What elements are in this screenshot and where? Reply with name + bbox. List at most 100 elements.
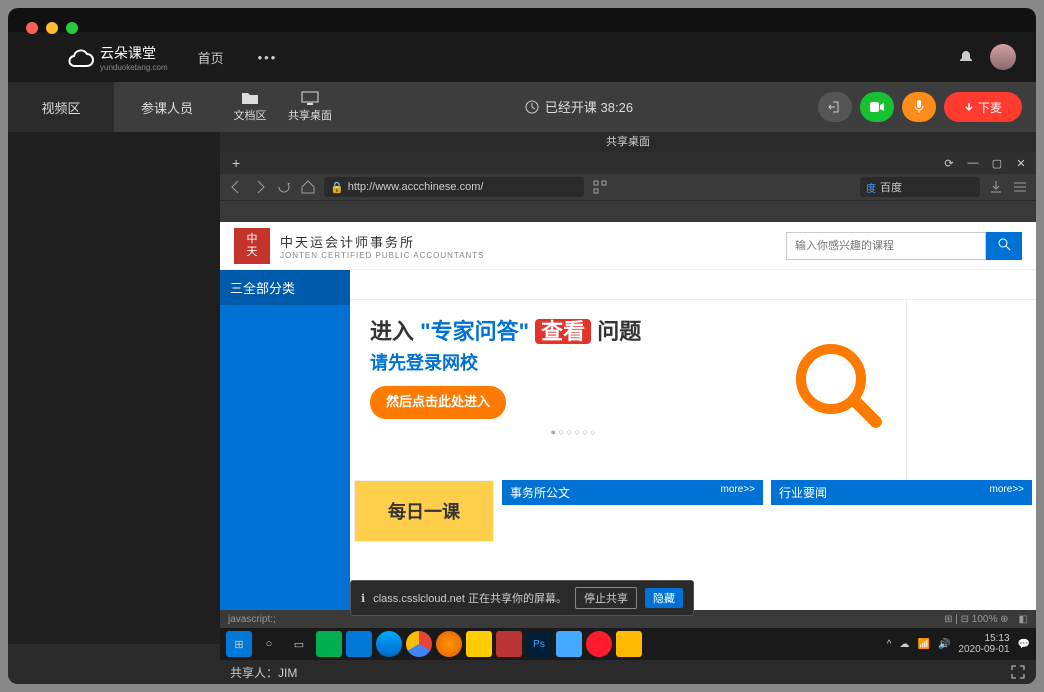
hero-t1: 进入 xyxy=(370,319,414,344)
app-icon[interactable] xyxy=(466,631,492,657)
toolbar-row: 视频区 参课人员 文档区 共享桌面 已经开课 38:26 下麦 xyxy=(8,82,1036,132)
notifications-icon[interactable]: 💬 xyxy=(1018,639,1030,650)
split-icon[interactable]: ◧ xyxy=(1019,614,1028,625)
clock-icon xyxy=(525,100,539,114)
menu-icon[interactable] xyxy=(1012,179,1028,195)
app-icon[interactable] xyxy=(316,631,342,657)
opera-icon[interactable] xyxy=(586,631,612,657)
qr-icon[interactable] xyxy=(592,179,608,195)
fullscreen-icon[interactable] xyxy=(1010,664,1026,680)
brand-name: 中天运会计师事务所 xyxy=(280,232,485,251)
down-mic-button[interactable]: 下麦 xyxy=(944,92,1022,122)
firefox-icon[interactable] xyxy=(436,631,462,657)
news2-header: 行业要闻 xyxy=(779,484,827,501)
shared-browser: + ⟳ — ▢ ✕ 🔒 http://www.accchines xyxy=(220,152,1036,660)
download-icon[interactable] xyxy=(988,179,1004,195)
roles-panel xyxy=(906,300,1036,480)
hero-q1: " xyxy=(420,319,430,344)
nav-more[interactable]: ••• xyxy=(244,32,292,82)
home-icon[interactable] xyxy=(300,179,316,195)
search-icon[interactable]: ○ xyxy=(256,631,282,657)
bookmarks-bar xyxy=(220,200,1036,222)
user-avatar[interactable] xyxy=(990,44,1016,70)
webpage: 中天 中天运会计师事务所 JONTEN CERTIFIED PUBLIC ACC… xyxy=(220,222,1036,610)
status-text: javascript:; xyxy=(228,614,276,625)
sharer-label: 共享人：JIM xyxy=(230,664,297,681)
start-button[interactable]: ⊞ xyxy=(226,631,252,657)
tool-share-desktop[interactable]: 共享桌面 xyxy=(280,87,340,127)
tool-documents[interactable]: 文档区 xyxy=(220,87,280,127)
down-mic-label: 下麦 xyxy=(978,99,1002,116)
nav-首页[interactable]: 首页 xyxy=(184,32,238,82)
restore-tab-icon[interactable]: ⟳ xyxy=(938,154,960,172)
tool-documents-label: 文档区 xyxy=(234,110,267,122)
hero-expert: 专家问答 xyxy=(431,319,519,344)
taskview-icon[interactable]: ▭ xyxy=(286,631,312,657)
chrome-icon[interactable] xyxy=(406,631,432,657)
tray-vol-icon[interactable]: 🔊 xyxy=(938,639,950,650)
explorer-icon[interactable] xyxy=(616,631,642,657)
hero-view: 查看 xyxy=(535,319,591,344)
url-bar[interactable]: 🔒 http://www.accchinese.com/ xyxy=(324,177,584,197)
edge-icon[interactable] xyxy=(376,631,402,657)
share-screen-title: 共享桌面 xyxy=(220,132,1036,152)
forward-icon[interactable] xyxy=(252,179,268,195)
tool-share-label: 共享桌面 xyxy=(288,110,332,122)
mac-close[interactable] xyxy=(26,22,38,34)
share-info-icon: ℹ xyxy=(361,592,365,605)
reload-icon[interactable] xyxy=(276,179,292,195)
tray-onedrive-icon[interactable]: ☁ xyxy=(899,639,909,650)
url-text: http://www.accchinese.com/ xyxy=(348,181,484,193)
ps-icon[interactable]: Ps xyxy=(526,631,552,657)
tray-wifi-icon[interactable]: 📶 xyxy=(917,639,929,650)
news2-more[interactable]: more>> xyxy=(990,484,1024,501)
category-sidebar: 三全部分类 xyxy=(220,270,350,610)
logo: 云朵课堂yunduoketang.com xyxy=(68,43,168,72)
hero-sub2: 请先登录网校 xyxy=(370,349,776,378)
window-max[interactable]: ▢ xyxy=(986,154,1008,172)
daily-lesson-card[interactable]: 每日一课 xyxy=(355,481,493,541)
camera-button[interactable] xyxy=(860,92,894,122)
new-tab-button[interactable]: + xyxy=(226,155,246,171)
course-search-input[interactable] xyxy=(786,232,986,260)
windows-taskbar: ⊞ ○ ▭ Ps ^ ☁ xyxy=(220,628,1036,660)
app-icon[interactable] xyxy=(496,631,522,657)
mac-min[interactable] xyxy=(46,22,58,34)
window-min[interactable]: — xyxy=(962,154,984,172)
tab-participants[interactable]: 参课人员 xyxy=(114,82,220,133)
mic-button[interactable] xyxy=(902,92,936,122)
mac-max[interactable] xyxy=(66,22,78,34)
clock-date: 2020-09-01 xyxy=(958,644,1009,655)
brand-logo: 中天 xyxy=(234,228,270,264)
topbar: 云朵课堂yunduoketang.com 首页 ••• xyxy=(8,32,1036,82)
hero-button[interactable]: 然后点击此处进入 xyxy=(370,386,506,419)
browser-search[interactable]: 度 百度 xyxy=(860,177,980,197)
class-status: 已经开课 38:26 xyxy=(525,97,633,116)
clock-time: 15:13 xyxy=(958,633,1009,644)
logo-text: 云朵课堂 xyxy=(100,43,168,63)
tray-up-icon[interactable]: ^ xyxy=(887,639,892,650)
app-icon[interactable] xyxy=(346,631,372,657)
hero-prob: 问题 xyxy=(597,319,641,344)
hide-share-button[interactable]: 隐藏 xyxy=(645,588,683,608)
search-placeholder: 百度 xyxy=(880,179,902,195)
tab-video-area[interactable]: 视频区 xyxy=(8,82,114,133)
exit-button[interactable] xyxy=(818,92,852,122)
share-msg: class.csslcloud.net 正在共享你的屏幕。 xyxy=(373,590,567,606)
bell-icon[interactable] xyxy=(958,49,974,65)
clock[interactable]: 15:13 2020-09-01 xyxy=(958,633,1009,655)
screen-share-dialog: ℹ class.csslcloud.net 正在共享你的屏幕。 停止共享 隐藏 xyxy=(350,580,694,616)
back-icon[interactable] xyxy=(228,179,244,195)
stop-share-button[interactable]: 停止共享 xyxy=(575,587,637,609)
carousel-dots[interactable]: ● ○ ○ ○ ○ ○ xyxy=(370,425,776,439)
zoom-controls[interactable]: ⊞ | ⊟ 100% ⊕ xyxy=(944,614,1008,625)
brand-sub: JONTEN CERTIFIED PUBLIC ACCOUNTANTS xyxy=(280,251,485,260)
hero-q2: " xyxy=(519,319,529,344)
class-status-text: 已经开课 38:26 xyxy=(545,97,633,116)
search-button[interactable] xyxy=(986,232,1022,260)
window-close[interactable]: ✕ xyxy=(1010,154,1032,172)
news1-more[interactable]: more>> xyxy=(721,484,755,501)
app-icon[interactable] xyxy=(556,631,582,657)
magnifier-icon xyxy=(796,344,866,414)
browser-tabs: + ⟳ — ▢ ✕ xyxy=(220,152,1036,174)
